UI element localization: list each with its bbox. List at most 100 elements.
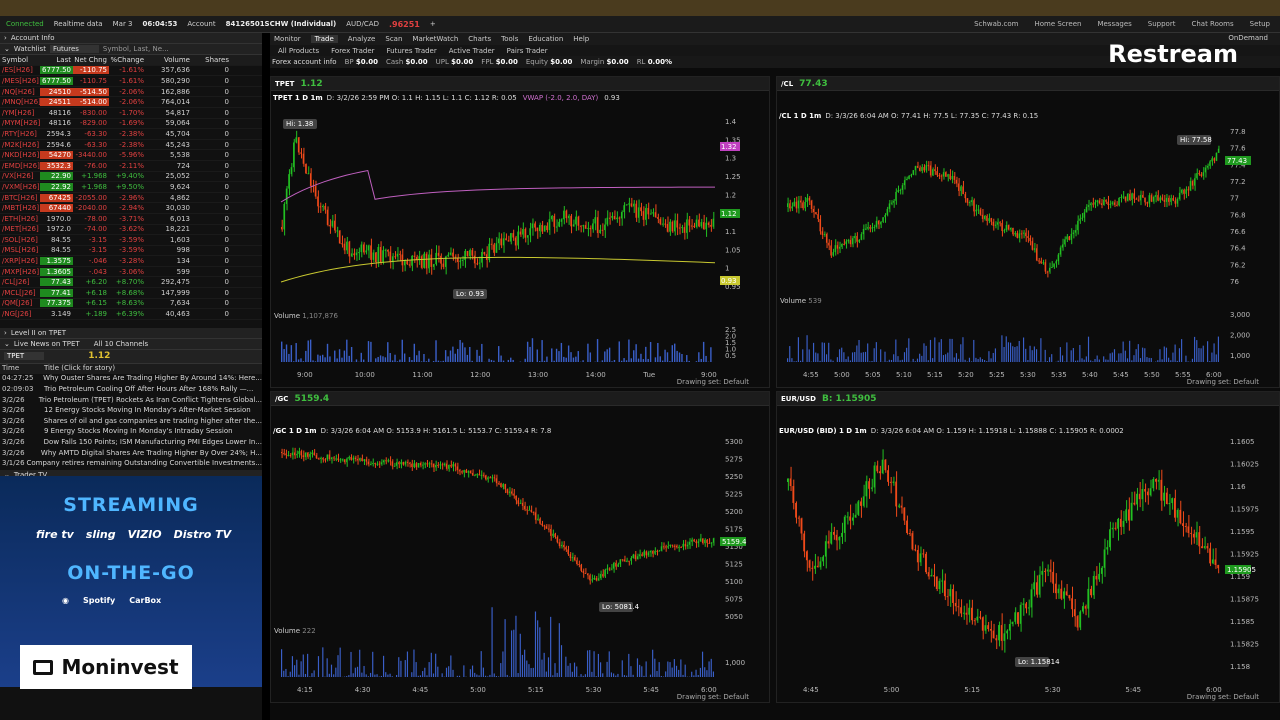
chevron-down-icon[interactable]: ⌄	[4, 340, 10, 348]
subtab-forex-trader[interactable]: Forex Trader	[331, 47, 374, 55]
news-item[interactable]: 3/2/26 Dow Falls 150 Points; ISM Manufact…	[0, 438, 262, 449]
watchlist-row[interactable]: /EMD[H26] 3532.3 -76.00 -2.11% 724 0	[0, 161, 262, 172]
news-item[interactable]: 3/2/26 Why AMTD Digital Shares Are Tradin…	[0, 449, 262, 460]
watchlist-row[interactable]: /CL[J26] 77.43 +6.20 +8.70% 292,475 0	[0, 277, 262, 289]
drawing-set-label[interactable]: Drawing set: Default	[677, 693, 749, 701]
add-ticker-icon[interactable]: +	[430, 20, 436, 28]
watchlist-row[interactable]: /ETH[H26] 1970.0 -78.00 -3.71% 6,013 0	[0, 214, 262, 225]
account-select[interactable]: 84126501SCHW (Individual)	[226, 20, 337, 28]
chart-eurusd[interactable]: 1.1605 1.16025 1.16 1.15975 1.1595 1.15925 1.1…	[776, 391, 1280, 703]
chart-period[interactable]: TPET 1 D 1m	[273, 94, 323, 102]
watchlist-select[interactable]: Futures	[49, 45, 99, 53]
news-headline[interactable]: Company retires remaining Outstanding Co…	[26, 459, 262, 470]
chart-symbol-input[interactable]: TPET	[275, 80, 294, 88]
news-headline[interactable]: Dow Falls 150 Points; ISM Manufacturing …	[44, 438, 262, 449]
tab-help[interactable]: Help	[573, 35, 589, 43]
news-item[interactable]: 02:09:03 Trio Petroleum Cooling Off After…	[0, 385, 262, 396]
tab-charts[interactable]: Charts	[468, 35, 491, 43]
watchlist-row[interactable]: /VX[H26] 22.90 +1.968 +9.40% 25,052 0	[0, 172, 262, 183]
chart-tpet[interactable]: 1.41.351.31.251.21.151.11.0510.959:0010:…	[270, 76, 770, 388]
news-item[interactable]: 3/2/26 Trio Petroleum (TPET) Rockets As I…	[0, 396, 262, 407]
watchlist-row[interactable]: /MNQ[H26] 24511 -514.00 -2.06% 764,014 0	[0, 97, 262, 108]
news-headline[interactable]: Shares of oil and gas companies are trad…	[44, 417, 262, 428]
ondemand-button[interactable]: OnDemand	[1228, 34, 1268, 42]
chevron-right-icon[interactable]: ›	[4, 34, 7, 42]
news-channels-select[interactable]: All 10 Channels	[94, 340, 148, 348]
link-chat-rooms[interactable]: Chat Rooms	[1191, 20, 1233, 28]
chart-study-label[interactable]: VWAP (-2.0, 2.0, DAY)	[523, 94, 599, 102]
chart-cl[interactable]: 77.8 77.6 77.4 77.2 77 76.8 76.6 76.4 76.2 76 4:55…	[776, 76, 1280, 388]
watchlist-row[interactable]: /NKD[H26] 54270 -3440.00 -5.96% 5,538 0	[0, 150, 262, 161]
chart-period[interactable]: /CL 1 D 1m	[779, 112, 821, 120]
news-headline[interactable]: 9 Energy Stocks Moving In Monday's Intra…	[44, 427, 233, 438]
col-volume[interactable]: Volume	[147, 56, 193, 64]
chart-canvas[interactable]: 1.41.351.31.251.21.151.11.0510.959:0010:…	[271, 77, 769, 387]
chart-symbol-input[interactable]: /GC	[275, 395, 288, 403]
watchlist-row[interactable]: /BTC[H26] 67425 -2055.00 -2.96% 4,862 0	[0, 193, 262, 204]
col-time[interactable]: Time	[0, 364, 44, 375]
news-item[interactable]: 04:27:25 Why Ouster Shares Are Trading Hi…	[0, 374, 262, 385]
watchlist-row[interactable]: /RTY[H26] 2594.3 -63.30 -2.38% 45,704 0	[0, 129, 262, 140]
watchlist-row[interactable]: /QM[J26] 77.375 +6.15 +8.63% 7,634 0	[0, 299, 262, 310]
link-home-screen[interactable]: Home Screen	[1034, 20, 1081, 28]
tab-monitor[interactable]: Monitor	[274, 35, 301, 43]
link-setup[interactable]: Setup	[1250, 20, 1270, 28]
news-headline[interactable]: Why AMTD Digital Shares Are Trading High…	[41, 449, 262, 460]
subtab-active-trader[interactable]: Active Trader	[449, 47, 495, 55]
account-info-header[interactable]: › Account Info	[0, 33, 262, 44]
news-headline[interactable]: Trio Petroleum Cooling Off After Hours A…	[44, 385, 253, 396]
level2-header[interactable]: › Level II on TPET	[0, 327, 262, 339]
ticker-pair[interactable]: AUD/CAD	[346, 20, 379, 28]
drawing-set-label[interactable]: Drawing set: Default	[1187, 693, 1259, 701]
watchlist-row[interactable]: /M2K[H26] 2594.6 -63.30 -2.38% 45,243 0	[0, 140, 262, 151]
subtab-futures-trader[interactable]: Futures Trader	[387, 47, 437, 55]
col-last[interactable]: Last	[40, 56, 73, 64]
drawing-set-label[interactable]: Drawing set: Default	[677, 378, 749, 386]
col-symbol[interactable]: Symbol	[0, 56, 40, 64]
forex-account-label[interactable]: Forex account info	[272, 58, 337, 66]
news-item[interactable]: 3/2/26 Shares of oil and gas companies ar…	[0, 417, 262, 428]
news-headline[interactable]: 12 Energy Stocks Moving In Monday's Afte…	[44, 406, 251, 417]
news-item[interactable]: 3/2/26 9 Energy Stocks Moving In Monday's…	[0, 427, 262, 438]
chart-gc[interactable]: 5300 5275 5250 5225 5200 5175 5150 5125 5100 5075…	[270, 391, 770, 703]
chart-canvas[interactable]: 1.16051.160251.161.159751.15951.159251.1…	[777, 392, 1279, 702]
link-schwab[interactable]: Schwab.com	[974, 20, 1018, 28]
watchlist-row[interactable]: /VXM[H26] 22.92 +1.968 +9.50% 9,624 0	[0, 182, 262, 193]
watchlist-row[interactable]: /MCL[J26] 77.41 +6.18 +8.68% 147,999 0	[0, 288, 262, 299]
chevron-down-icon[interactable]: ⌄	[4, 45, 10, 53]
chevron-right-icon[interactable]: ›	[4, 329, 7, 337]
col-title[interactable]: Title (Click for story)	[44, 364, 115, 375]
watchlist-row[interactable]: /MBT[H26] 67440 -2040.00 -2.94% 30,030 0	[0, 203, 262, 214]
tab-analyze[interactable]: Analyze	[348, 35, 376, 43]
tab-trade[interactable]: Trade	[310, 35, 338, 43]
watchlist-row[interactable]: /MSL[H26] 84.55 -3.15 -3.59% 998 0	[0, 246, 262, 257]
watchlist-row[interactable]: /MYM[H26] 48116 -829.00 -1.69% 59,064 0	[0, 119, 262, 130]
chart-canvas[interactable]: 77.877.677.477.27776.876.676.476.2764:55…	[777, 77, 1279, 387]
chart-symbol-input[interactable]: /CL	[781, 80, 793, 88]
watchlist-row[interactable]: /XRP[H26] 1.3575 -.046 -3.28% 134 0	[0, 256, 262, 267]
chart-canvas[interactable]: 5300527552505225520051755150512551005075…	[271, 392, 769, 702]
tab-scan[interactable]: Scan	[385, 35, 402, 43]
chart-period[interactable]: /GC 1 D 1m	[273, 427, 317, 435]
watchlist-row[interactable]: /ES[H26] 6777.50 -110.75 -1.61% 357,636 0	[0, 66, 262, 77]
subtab-pairs-trader[interactable]: Pairs Trader	[507, 47, 548, 55]
watchlist-row[interactable]: /NQ[H26] 24510 -514.50 -2.06% 162,886 0	[0, 87, 262, 98]
watchlist-row[interactable]: /YM[H26] 48116 -830.00 -1.70% 54,817 0	[0, 108, 262, 119]
subtab-all-products[interactable]: All Products	[278, 47, 319, 55]
news-symbol-input[interactable]: TPET	[4, 352, 45, 361]
news-headline[interactable]: Why Ouster Shares Are Trading Higher By …	[43, 374, 262, 385]
watchlist-search[interactable]: Symbol, Last, Ne...	[103, 45, 169, 53]
chart-symbol-input[interactable]: EUR/USD	[781, 395, 816, 403]
news-headline[interactable]: Trio Petroleum (TPET) Rockets As Iran Co…	[39, 396, 262, 407]
tab-tools[interactable]: Tools	[501, 35, 518, 43]
tab-education[interactable]: Education	[528, 35, 563, 43]
watchlist-row[interactable]: /SOL[H26] 84.55 -3.15 -3.59% 1,603 0	[0, 235, 262, 246]
link-support[interactable]: Support	[1148, 20, 1176, 28]
watchlist-row[interactable]: /MXP[H26] 1.3605 -.043 -3.06% 599 0	[0, 267, 262, 278]
drawing-set-label[interactable]: Drawing set: Default	[1187, 378, 1259, 386]
watchlist-row[interactable]: /NG[J26] 3.149 +.189 +6.39% 40,463 0	[0, 309, 262, 320]
col-shares[interactable]: Shares	[193, 56, 233, 64]
col-net-change[interactable]: Net Chng	[73, 56, 109, 64]
col-pct-change[interactable]: %Change	[109, 56, 147, 64]
watchlist-row[interactable]: /MET[H26] 1972.0 -74.00 -3.62% 18,221 0	[0, 225, 262, 236]
